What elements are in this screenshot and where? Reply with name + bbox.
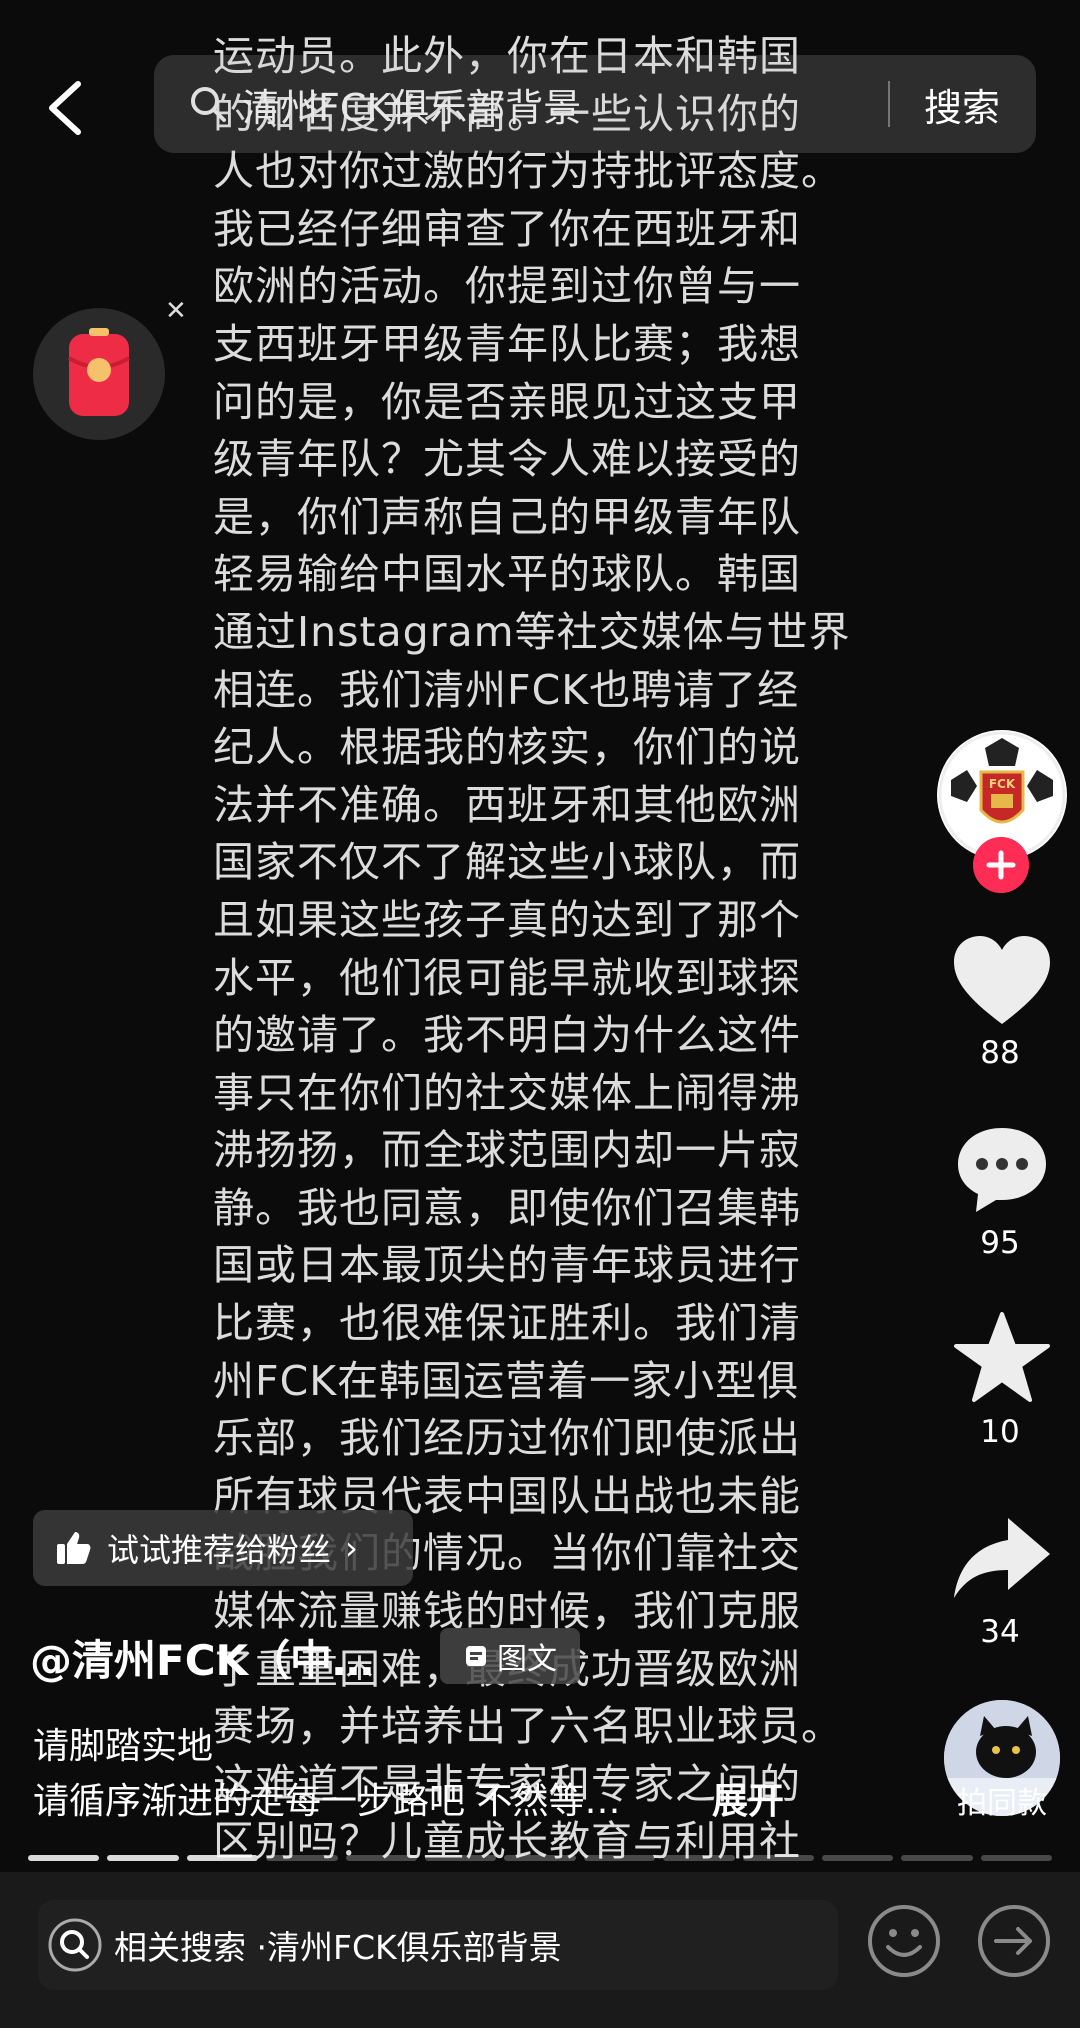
article-line: 级青年队？尤其令人难以接受的 — [213, 435, 801, 484]
red-envelope-widget[interactable] — [33, 308, 165, 440]
red-envelope-icon — [67, 328, 131, 416]
related-search-bar[interactable]: 相关搜索 · 清州FCK俱乐部背景 — [38, 1900, 838, 1990]
article-line: 静。我也同意，即使你们召集韩 — [213, 1183, 801, 1232]
article-line: 且如果这些孩子真的达到了那个 — [213, 895, 801, 944]
progress-segment — [583, 1855, 656, 1861]
heart-icon[interactable] — [950, 934, 1054, 1030]
article-line: 赛场，并培养出了六名职业球员。 — [213, 1702, 843, 1751]
send-icon[interactable] — [976, 1903, 1052, 1979]
image-progress-bar — [28, 1855, 1053, 1861]
article-line: 欧洲的活动。你提到过你曾与一 — [213, 262, 801, 311]
follow-button[interactable] — [973, 837, 1029, 893]
article-line: 的邀请了。我不明白为什么这件 — [213, 1011, 801, 1060]
share-count: 34 — [980, 1614, 1020, 1650]
favorite-count: 10 — [980, 1414, 1020, 1450]
same-style-label[interactable]: 拍同款 — [940, 1778, 1064, 1822]
star-icon[interactable] — [950, 1310, 1054, 1406]
progress-segment — [663, 1855, 735, 1861]
article-line: 法并不准确。西班牙和其他欧洲 — [213, 780, 801, 829]
comment-icon[interactable] — [950, 1122, 1054, 1218]
expand-caption-button[interactable]: 展开 — [712, 1772, 784, 1824]
related-search-prefix: 相关搜索 · — [114, 1928, 267, 1967]
article-line: 国家不仅不了解这些小球队，而 — [213, 838, 801, 887]
caption-line-1: 请脚踏实地 — [33, 1726, 214, 1767]
progress-segment — [28, 1855, 100, 1861]
top-search-bar: 清州FCK俱乐部背景 搜索 — [0, 0, 1080, 170]
search-query: 清州FCK俱乐部背景 — [242, 85, 582, 130]
article-line: 是，你们声称自己的甲级青年队 — [213, 492, 801, 541]
article-line: 纪人。根据我的核实，你们的说 — [213, 723, 801, 772]
article-line: 乐部，我们经历过你们即使派出 — [213, 1414, 801, 1463]
progress-segment — [742, 1855, 814, 1861]
progress-segment — [186, 1855, 259, 1861]
emoji-icon[interactable] — [866, 1903, 942, 1979]
caption-line-2: 请循序渐进的走每一步路吧 不然等… — [33, 1781, 621, 1822]
article-line: 支西班牙甲级青年队比赛；我想 — [213, 319, 801, 368]
article-line: 通过Instagram等社交媒体与世界 — [213, 607, 851, 656]
like-count: 88 — [980, 1035, 1020, 1071]
recommend-to-fans-button[interactable]: 试试推荐给粉丝 › — [33, 1510, 413, 1586]
post-type-label: 图文 — [497, 1642, 557, 1677]
article-line: 事只在你们的社交媒体上闹得沸 — [213, 1068, 801, 1117]
article-line: 问的是，你是否亲眼见过这支甲 — [213, 377, 801, 426]
recommend-label: 试试推荐给粉丝 — [107, 1531, 332, 1569]
article-line: 州FCK在韩国运营着一家小型俱 — [213, 1356, 800, 1405]
progress-segment — [821, 1855, 894, 1861]
article-line: 沸扬扬，而全球范围内却一片寂 — [213, 1126, 801, 1175]
share-icon[interactable] — [950, 1510, 1054, 1606]
article-line: 比赛，也很难保证胜利。我们清 — [213, 1299, 801, 1348]
thumbs-up-icon — [57, 1532, 91, 1564]
author-name[interactable]: @清州FCK（中… — [30, 1627, 374, 1688]
progress-segment — [266, 1855, 338, 1861]
article-line: 轻易输给中国水平的球队。韩国 — [213, 550, 801, 599]
related-search-query: 清州FCK俱乐部背景 — [266, 1928, 562, 1967]
search-icon — [191, 87, 226, 122]
article-line: 水平，他们很可能早就收到球探 — [213, 953, 801, 1002]
back-arrow-icon[interactable] — [40, 78, 90, 138]
article-line: 我已经仔细审查了你在西班牙和 — [213, 204, 801, 253]
post-type-tag[interactable]: 图文 — [440, 1628, 580, 1684]
search-button[interactable]: 搜索 — [924, 77, 1000, 132]
article-text: 运动员。此外，你在日本和韩国 的知名度并不高。一些认识你的 人也对你过激的行为持批评… — [213, 28, 913, 1871]
progress-segment — [345, 1855, 417, 1861]
progress-segment — [424, 1855, 497, 1861]
doc-icon — [466, 1646, 486, 1666]
chevron-right-icon: › — [345, 1529, 358, 1567]
progress-segment — [504, 1855, 576, 1861]
progress-segment — [980, 1855, 1053, 1861]
search-icon — [48, 1918, 102, 1972]
search-divider — [887, 81, 890, 127]
close-icon[interactable]: ✕ — [165, 296, 187, 326]
comment-count: 95 — [980, 1225, 1020, 1261]
avatar-badge-text: FCK — [989, 777, 1016, 791]
progress-segment — [107, 1855, 179, 1861]
search-box[interactable]: 清州FCK俱乐部背景 搜索 — [154, 55, 1036, 153]
article-line: 相连。我们清州FCK也聘请了经 — [213, 665, 800, 714]
progress-segment — [901, 1855, 973, 1861]
article-line: 国或日本最顶尖的青年球员进行 — [213, 1241, 801, 1290]
